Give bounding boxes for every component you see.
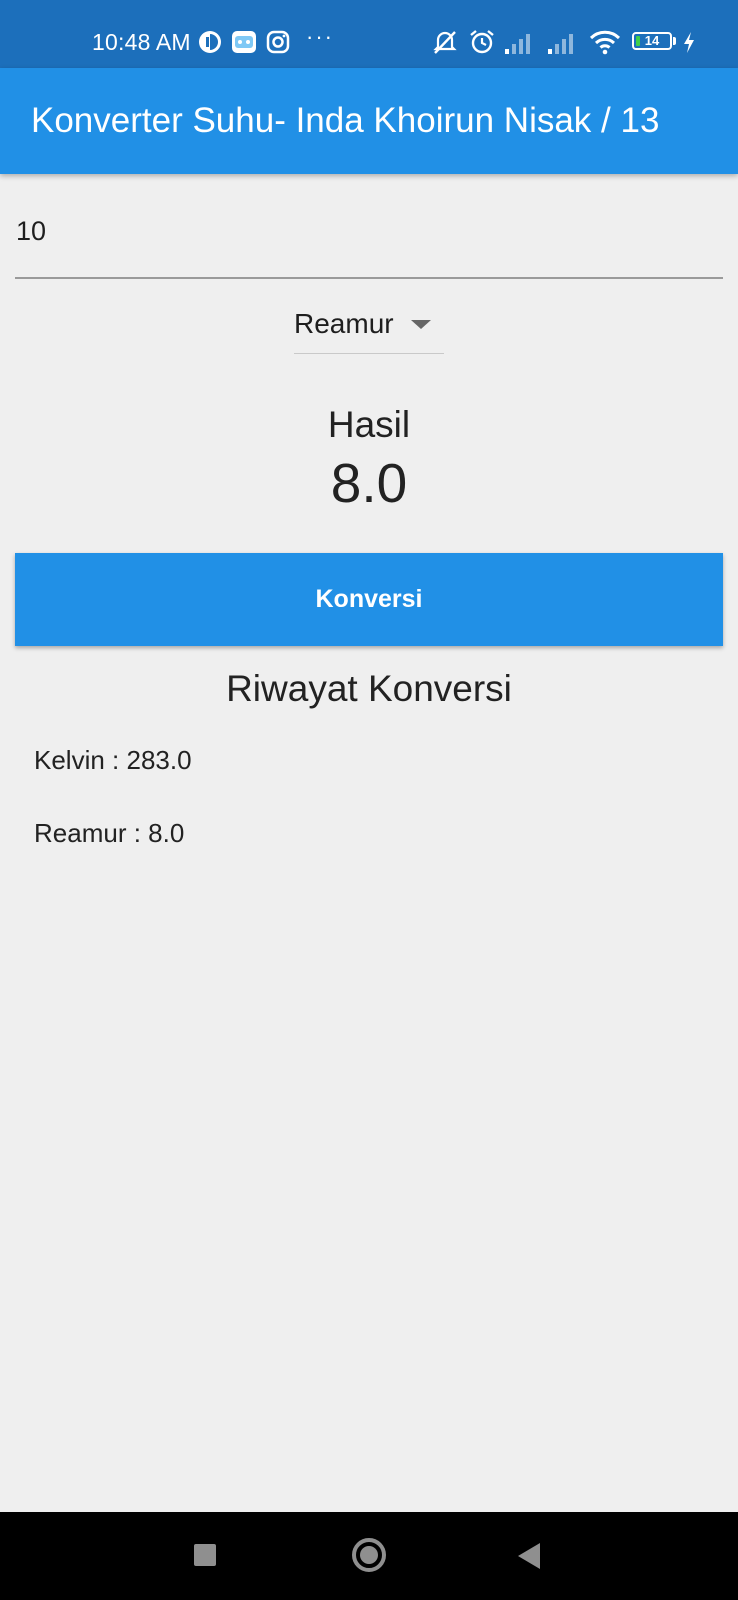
status-time: 10:48 AM (92, 29, 191, 55)
dropdown-underline (294, 353, 444, 354)
input-underline (15, 277, 723, 279)
battery-nub (673, 37, 676, 45)
result-label: Hasil (327, 404, 411, 445)
battery-icon: 14 (632, 32, 672, 50)
temperature-input[interactable]: 10 (16, 216, 46, 247)
result-value: 8.0 (330, 452, 408, 514)
chat-app-icon (232, 31, 256, 53)
cellular-signal-icon (505, 34, 530, 54)
alarm-icon (470, 30, 494, 54)
history-list: Kelvin : 283.0 Reamur : 8.0 (34, 745, 192, 891)
unit-dropdown-label: Reamur (294, 308, 394, 339)
history-item: Kelvin : 283.0 (34, 745, 192, 775)
dropdown-caret-icon (411, 320, 431, 329)
history-item: Reamur : 8.0 (34, 818, 185, 848)
convert-button[interactable]: Konversi (15, 553, 723, 646)
unit-dropdown[interactable]: Reamur (294, 300, 444, 355)
app-title: Konverter Suhu- Inda Khoirun Nisak / 13 (31, 101, 660, 140)
vibrate-off-icon (433, 31, 457, 54)
overflow-dots-icon: ··· (306, 24, 334, 49)
battery-label: 14 (644, 33, 660, 48)
status-bar: 10:48 AM ··· 14 (0, 0, 738, 68)
wifi-icon (589, 30, 621, 55)
notification-app-icon (199, 31, 221, 53)
back-icon[interactable] (518, 1543, 540, 1569)
cellular-signal-icon-2 (548, 34, 573, 54)
app-bar: Konverter Suhu- Inda Khoirun Nisak / 13 (0, 68, 738, 174)
navigation-bar (0, 1512, 738, 1600)
history-title: Riwayat Konversi (226, 668, 512, 709)
home-icon[interactable] (352, 1538, 386, 1572)
recent-apps-icon[interactable] (194, 1544, 216, 1566)
instagram-icon (266, 30, 290, 54)
charging-bolt-icon (684, 32, 694, 53)
home-icon-inner (360, 1546, 378, 1564)
